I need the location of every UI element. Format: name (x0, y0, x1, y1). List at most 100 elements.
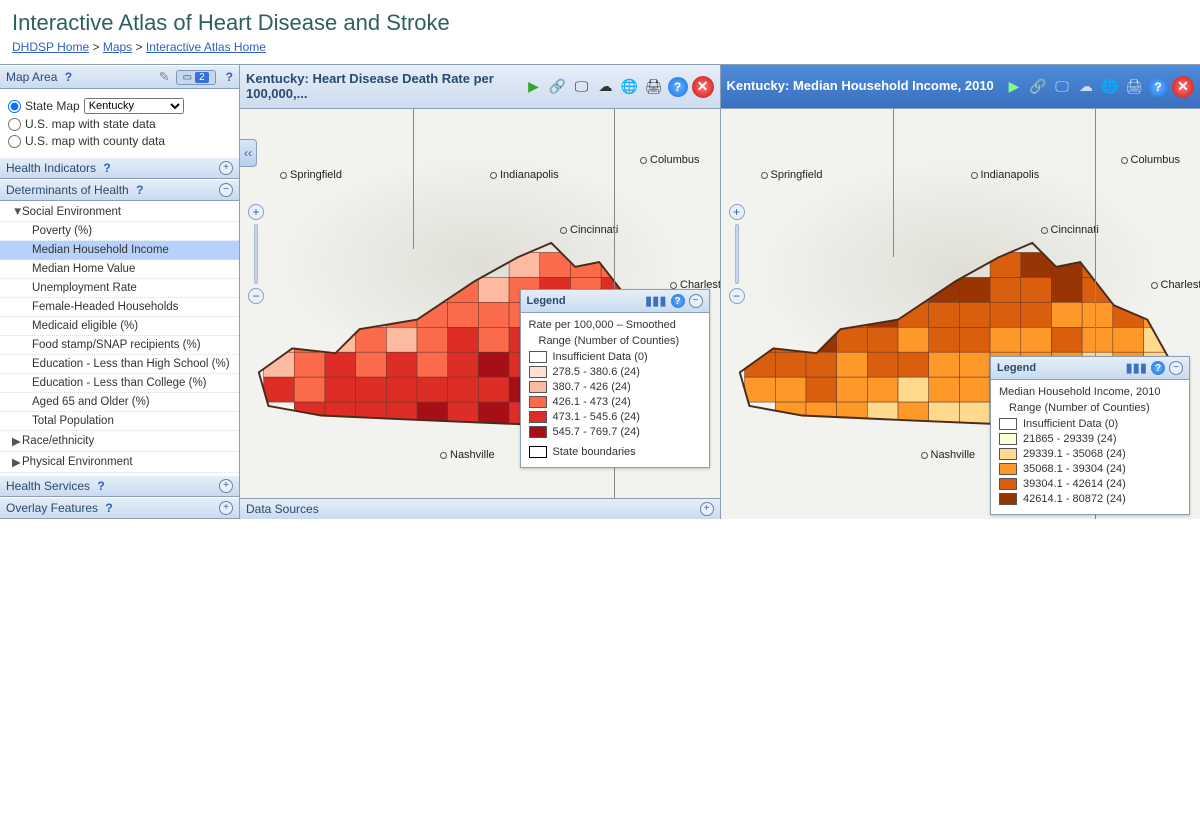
help-icon[interactable]: ? (1148, 77, 1168, 97)
help-icon[interactable]: ? (136, 183, 143, 197)
crumb-atlas[interactable]: Interactive Atlas Home (146, 40, 266, 54)
help-icon[interactable]: ? (226, 70, 233, 84)
map-right-titlebar: Kentucky: Median Household Income, 2010 … (721, 65, 1200, 109)
city-label-charleston: Charleston (1151, 279, 1200, 291)
legend-row: 29339.1 - 35068 (24) (999, 448, 1181, 460)
panel-health-services-header[interactable]: Health Services ? + (0, 475, 239, 497)
legend-range-label: Range (Number of Counties) (539, 335, 701, 347)
layers-icon[interactable]: ☁ (596, 77, 616, 97)
tree-item-education-less-than-high-school[interactable]: Education - Less than High School (%) (0, 355, 239, 374)
play-icon[interactable]: ▶ (524, 77, 544, 97)
help-icon[interactable]: ? (103, 161, 110, 175)
legend-row: 278.5 - 380.6 (24) (529, 366, 701, 378)
city-label-cincinnati: Cincinnati (1041, 224, 1099, 236)
tree-item-median-household-income[interactable]: Median Household Income (0, 241, 239, 260)
radio-state-map[interactable] (8, 100, 21, 113)
crumb-maps[interactable]: Maps (103, 40, 132, 54)
map-right: Kentucky: Median Household Income, 2010 … (721, 65, 1200, 519)
map-count-toggle[interactable]: ▭2 (176, 70, 216, 85)
tree-item-aged-65-and-older[interactable]: Aged 65 and Older (%) (0, 393, 239, 412)
tree-item-medicaid-eligible[interactable]: Medicaid eligible (%) (0, 317, 239, 336)
page-title: Interactive Atlas of Heart Disease and S… (12, 10, 1200, 36)
help-icon[interactable]: ? (65, 70, 72, 84)
city-label-nashville: Nashville (921, 449, 976, 461)
legend-row: 21865 - 29339 (24) (999, 433, 1181, 445)
collapse-icon[interactable]: − (1169, 361, 1183, 375)
city-label-columbus: Columbus (640, 154, 700, 166)
close-icon[interactable]: ✕ (692, 76, 714, 98)
print-icon[interactable]: 🖨 (1124, 77, 1144, 97)
city-label-springfield: Springfield (280, 169, 342, 181)
state-select[interactable]: Kentucky (84, 98, 184, 114)
chart-icon[interactable]: ▮▮▮ (645, 293, 666, 309)
radio-us-county[interactable] (8, 135, 21, 148)
legend-state-boundaries: State boundaries (529, 446, 701, 458)
panel-overlay-header[interactable]: Overlay Features ? + (0, 497, 239, 519)
city-label-springfield: Springfield (761, 169, 823, 181)
legend-subtitle: Rate per 100,000 – Smoothed (529, 319, 701, 331)
help-icon[interactable]: ? (671, 294, 685, 308)
tree-item-female-headed-households[interactable]: Female-Headed Households (0, 298, 239, 317)
tree-item-unemployment-rate[interactable]: Unemployment Rate (0, 279, 239, 298)
capture-icon[interactable]: 🖵 (1052, 77, 1072, 97)
panel-determinants-header[interactable]: Determinants of Health ? − (0, 179, 239, 201)
legend-row: 545.7 - 769.7 (24) (529, 426, 701, 438)
crumb-home[interactable]: DHDSP Home (12, 40, 89, 54)
legend-row: 35068.1 - 39304 (24) (999, 463, 1181, 475)
map-left: Kentucky: Heart Disease Death Rate per 1… (240, 65, 721, 519)
layers-icon[interactable]: ☁ (1076, 77, 1096, 97)
gear-icon[interactable]: ✎ (159, 69, 170, 85)
city-label-cincinnati: Cincinnati (560, 224, 618, 236)
link-icon[interactable]: 🔗 (1028, 77, 1048, 97)
city-label-columbus: Columbus (1121, 154, 1181, 166)
legend-left: Legend▮▮▮?−Rate per 100,000 – SmoothedRa… (520, 289, 710, 468)
link-icon[interactable]: 🔗 (548, 77, 568, 97)
tree-item-poverty[interactable]: Poverty (%) (0, 222, 239, 241)
map-left-tools: ▶ 🔗 🖵 ☁ 🌐 🖨 ? ✕ (524, 76, 714, 98)
capture-icon[interactable]: 🖵 (572, 77, 592, 97)
expand-icon[interactable]: + (219, 161, 233, 175)
help-icon[interactable]: ? (1151, 361, 1165, 375)
data-sources-bar-left[interactable]: Data Sources + (240, 498, 720, 519)
map-left-title: Kentucky: Heart Disease Death Rate per 1… (246, 72, 518, 102)
play-icon[interactable]: ▶ (1004, 77, 1024, 97)
determinants-tree: ▼Social Environment Poverty (%)Median Ho… (0, 201, 239, 475)
globe-icon[interactable]: 🌐 (620, 77, 640, 97)
tree-item-median-home-value[interactable]: Median Home Value (0, 260, 239, 279)
panel-health-indicators-header[interactable]: Health Indicators ? + (0, 157, 239, 179)
globe-icon[interactable]: 🌐 (1100, 77, 1120, 97)
expand-icon[interactable]: + (219, 479, 233, 493)
collapse-icon[interactable]: − (219, 183, 233, 197)
map-right-canvas[interactable]: + − SpringfieldIndianapolisColumbusCinci… (721, 109, 1200, 519)
map-left-canvas[interactable]: ‹‹ + − SpringfieldIndianapolisColumbusCi… (240, 109, 720, 498)
tree-item-food-stamp-snap-recipients[interactable]: Food stamp/SNAP recipients (%) (0, 336, 239, 355)
legend-row: 380.7 - 426 (24) (529, 381, 701, 393)
legend-row: 42614.1 - 80872 (24) (999, 493, 1181, 505)
zoom-in-icon[interactable]: + (248, 204, 264, 220)
panel-health-services-title: Health Services (6, 479, 90, 493)
help-icon[interactable]: ? (97, 479, 104, 493)
tree-item-total-population[interactable]: Total Population (0, 412, 239, 431)
maps-container: Kentucky: Heart Disease Death Rate per 1… (240, 65, 1200, 519)
label-us-county: U.S. map with county data (25, 134, 165, 148)
sidebar-collapse-icon[interactable]: ‹‹ (240, 139, 257, 167)
legend-row: Insufficient Data (0) (999, 418, 1181, 430)
panel-map-area-header[interactable]: Map Area ? ✎ ▭2 ? (0, 65, 239, 89)
panel-determinants-title: Determinants of Health (6, 183, 129, 197)
radio-us-state[interactable] (8, 118, 21, 131)
zoom-in-icon[interactable]: + (729, 204, 745, 220)
collapse-icon[interactable]: − (689, 294, 703, 308)
legend-row: 473.1 - 545.6 (24) (529, 411, 701, 423)
help-icon[interactable]: ? (668, 77, 688, 97)
print-icon[interactable]: 🖨 (644, 77, 664, 97)
tree-group-race[interactable]: ▶Race/ethnicity (0, 431, 239, 452)
chart-icon[interactable]: ▮▮▮ (1126, 360, 1147, 376)
tree-group-social[interactable]: ▼Social Environment (0, 203, 239, 222)
help-icon[interactable]: ? (105, 501, 112, 515)
tree-item-education-less-than-college[interactable]: Education - Less than College (%) (0, 374, 239, 393)
data-sources-label: Data Sources (246, 502, 319, 516)
close-icon[interactable]: ✕ (1172, 76, 1194, 98)
tree-group-physical[interactable]: ▶Physical Environment (0, 452, 239, 473)
expand-icon[interactable]: + (219, 501, 233, 515)
expand-icon[interactable]: + (700, 502, 714, 516)
